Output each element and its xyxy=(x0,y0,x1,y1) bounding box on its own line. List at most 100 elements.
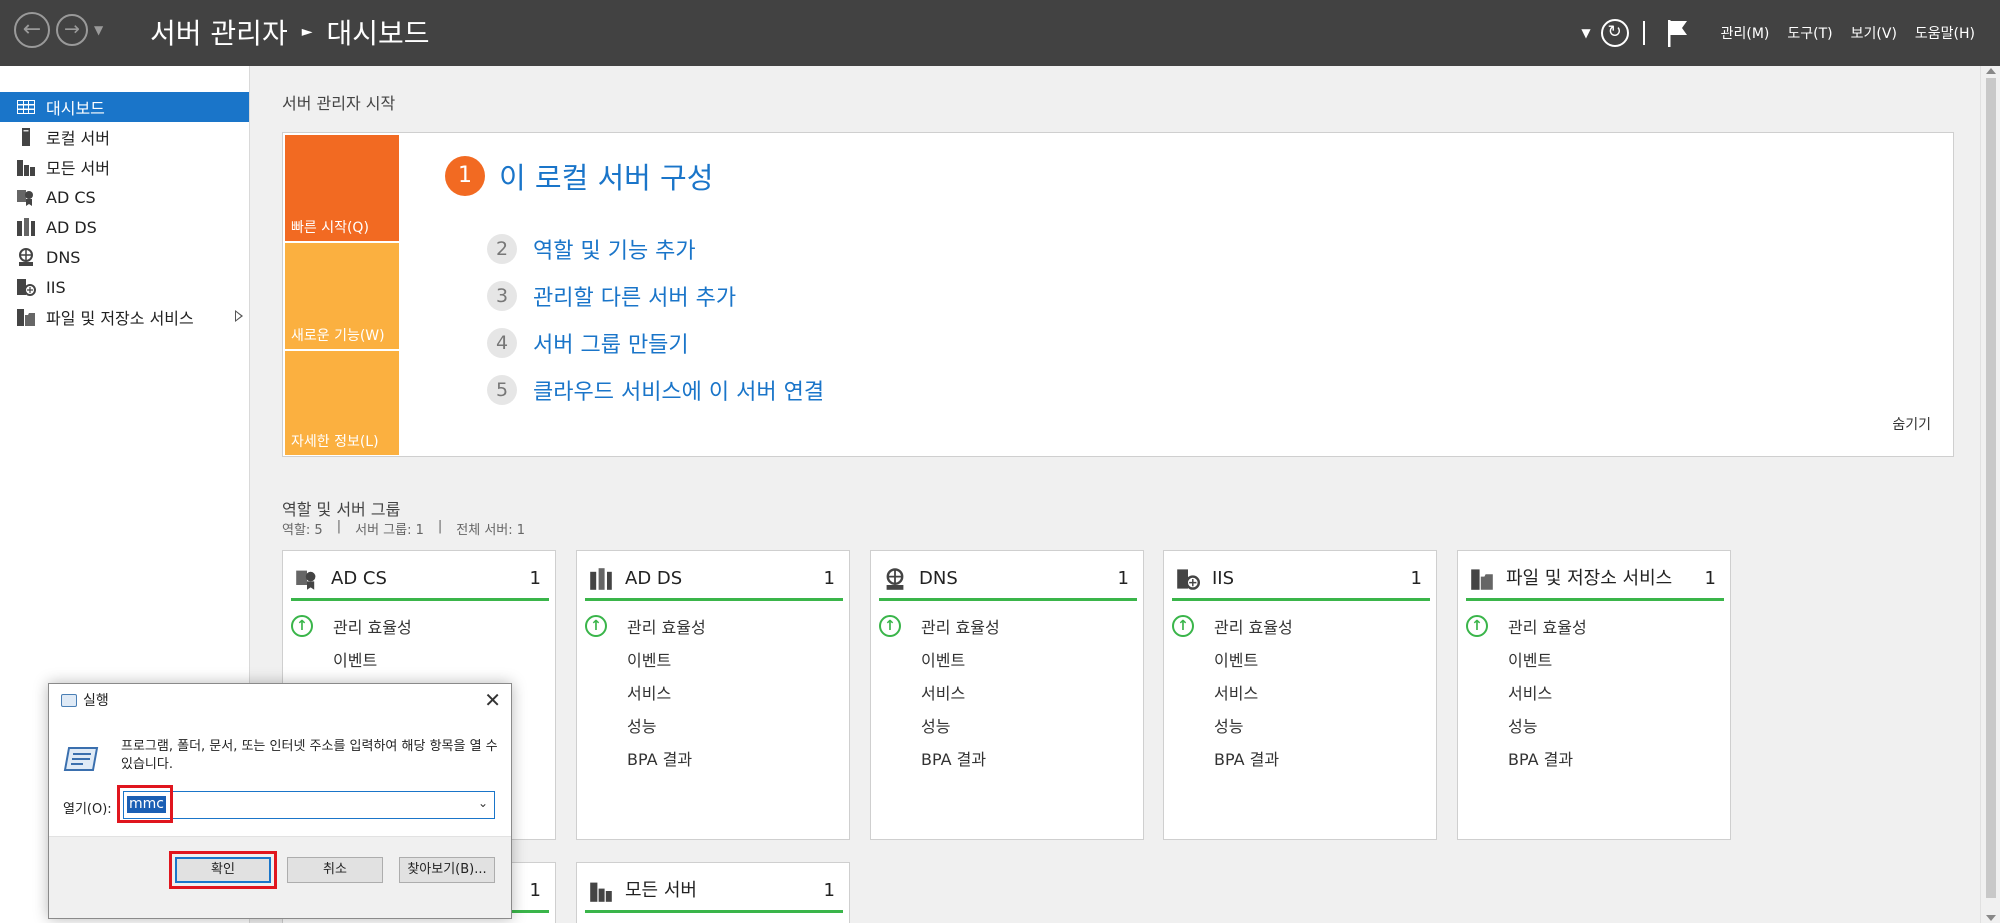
card-row-bpa[interactable]: BPA 결과 xyxy=(879,743,986,773)
adds-icon xyxy=(589,567,613,591)
card-row-bpa[interactable]: BPA 결과 xyxy=(1466,743,1573,773)
sidebar-item-dashboard[interactable]: 대시보드 xyxy=(0,92,249,122)
scroll-down-icon[interactable] xyxy=(1986,915,1996,921)
iis-icon xyxy=(1176,567,1200,591)
card-row-performance[interactable]: 성능 xyxy=(1172,710,1243,740)
cancel-button[interactable]: 취소 xyxy=(287,857,383,883)
card-row-performance[interactable]: 성능 xyxy=(1466,710,1537,740)
card-row-services[interactable]: 서비스 xyxy=(1466,677,1552,707)
step-add-roles[interactable]: 2 역할 및 기능 추가 xyxy=(487,233,696,265)
row-label: 관리 효율성 xyxy=(627,618,706,637)
sidebar-item-label: IIS xyxy=(46,277,66,297)
card-row-services[interactable]: 서비스 xyxy=(879,677,965,707)
card-count: 1 xyxy=(529,568,541,589)
notifications-flag-icon[interactable] xyxy=(1665,18,1691,48)
card-title: DNS xyxy=(919,568,958,589)
check-up-arrow-icon: ↑ xyxy=(1466,615,1488,637)
refresh-icon[interactable]: ↻ xyxy=(1600,19,1629,47)
expand-arrow-icon[interactable] xyxy=(235,310,243,322)
iis-icon xyxy=(16,277,36,297)
card-header[interactable]: 파일 및 저장소 서비스 1 xyxy=(1466,559,1724,601)
card-row-performance[interactable]: 성능 xyxy=(879,710,950,740)
card-row-events[interactable]: 이벤트 xyxy=(879,644,965,674)
card-row-manageability[interactable]: ↑ 관리 효율성 xyxy=(291,611,412,641)
history-dropdown-icon[interactable]: ▼ xyxy=(94,23,103,37)
scrollbar-thumb[interactable] xyxy=(1986,78,1996,898)
step-connect-cloud[interactable]: 5 클라우드 서비스에 이 서버 연결 xyxy=(487,374,824,406)
role-card-adds[interactable]: AD DS 1 ↑ 관리 효율성 이벤트 서비스 성능 BPA 결과 xyxy=(576,550,850,840)
card-row-events[interactable]: 이벤트 xyxy=(1172,644,1258,674)
card-header[interactable]: AD CS 1 xyxy=(291,559,549,601)
menu-view[interactable]: 보기(V) xyxy=(1851,23,1897,43)
sidebar-item-adcs[interactable]: AD CS xyxy=(0,182,249,212)
row-label: BPA 결과 xyxy=(1508,750,1574,769)
sidebar-item-dns[interactable]: DNS xyxy=(0,242,249,272)
card-header[interactable]: AD DS 1 xyxy=(585,559,843,601)
adcs-icon xyxy=(16,187,36,207)
dialog-description: 프로그램, 폴더, 문서, 또는 인터넷 주소를 입력하여 해당 항목을 열 수… xyxy=(121,739,498,772)
step-number-badge: 5 xyxy=(487,375,517,405)
card-row-manageability[interactable]: ↑ 관리 효율성 xyxy=(1466,611,1587,641)
titlebar-actions: ▼ ↻ 관리(M) 도구(T) 보기(V) 도움말(H) xyxy=(1581,0,2000,66)
role-card-file-storage[interactable]: 파일 및 저장소 서비스 1 ↑ 관리 효율성 이벤트 서비스 성능 BPA 결과 xyxy=(1457,550,1731,840)
breadcrumb-app-title[interactable]: 서버 관리자 xyxy=(150,12,288,52)
tab-learn-more[interactable]: 자세한 정보(L) xyxy=(285,351,399,455)
step-link[interactable]: 관리할 다른 서버 추가 xyxy=(533,280,736,312)
card-row-services[interactable]: 서비스 xyxy=(1172,677,1258,707)
row-label: BPA 결과 xyxy=(1214,750,1280,769)
dialog-titlebar[interactable]: 실행 ✕ xyxy=(49,684,511,716)
role-card-dns[interactable]: DNS 1 ↑ 관리 효율성 이벤트 서비스 성능 BPA 결과 xyxy=(870,550,1144,840)
sidebar-item-label: AD CS xyxy=(46,187,96,207)
browse-button[interactable]: 찾아보기(B)... xyxy=(399,857,495,883)
open-combobox[interactable]: mmc ⌄ xyxy=(123,791,495,819)
tab-quick-start[interactable]: 빠른 시작(Q) xyxy=(285,135,399,241)
step-configure-local-server[interactable]: 1 이 로컬 서버 구성 xyxy=(445,155,713,197)
card-row-events[interactable]: 이벤트 xyxy=(585,644,671,674)
card-row-bpa[interactable]: BPA 결과 xyxy=(1172,743,1279,773)
row-label: 성능 xyxy=(627,717,657,736)
dns-icon xyxy=(883,567,907,591)
sidebar-item-iis[interactable]: IIS xyxy=(0,272,249,302)
step-link[interactable]: 서버 그룹 만들기 xyxy=(533,327,689,359)
card-header[interactable]: DNS 1 xyxy=(879,559,1137,601)
card-header[interactable]: 모든 서버 1 xyxy=(585,871,843,913)
server-groups-count: 서버 그룹: 1 xyxy=(355,523,424,538)
step-add-servers[interactable]: 3 관리할 다른 서버 추가 xyxy=(487,280,736,312)
forward-arrow-icon[interactable]: → xyxy=(56,14,88,46)
menu-help[interactable]: 도움말(H) xyxy=(1915,23,1975,43)
step-create-server-group[interactable]: 4 서버 그룹 만들기 xyxy=(487,327,689,359)
card-row-manageability[interactable]: ↑ 관리 효율성 xyxy=(1172,611,1293,641)
tab-whats-new[interactable]: 새로운 기능(W) xyxy=(285,243,399,349)
breadcrumb: 서버 관리자 ► 대시보드 xyxy=(150,12,430,52)
card-header[interactable]: IIS 1 xyxy=(1172,559,1430,601)
group-card-all-servers[interactable]: 모든 서버 1 xyxy=(576,862,850,923)
card-title: AD DS xyxy=(625,568,683,589)
step-link[interactable]: 이 로컬 서버 구성 xyxy=(499,155,713,197)
menu-tools[interactable]: 도구(T) xyxy=(1787,23,1832,43)
scroll-up-icon[interactable] xyxy=(1986,68,1996,74)
sidebar-item-adds[interactable]: AD DS xyxy=(0,212,249,242)
card-row-manageability[interactable]: ↑ 관리 효율성 xyxy=(879,611,1000,641)
row-label: 이벤트 xyxy=(921,651,966,670)
back-arrow-icon[interactable]: ← xyxy=(14,12,50,48)
sidebar-item-all-servers[interactable]: 모든 서버 xyxy=(0,152,249,182)
card-row-services[interactable]: 서비스 xyxy=(585,677,671,707)
step-link[interactable]: 역할 및 기능 추가 xyxy=(533,233,696,265)
close-icon[interactable]: ✕ xyxy=(484,688,501,712)
card-row-events[interactable]: 이벤트 xyxy=(1466,644,1552,674)
sidebar-item-file-storage[interactable]: 파일 및 저장소 서비스 xyxy=(0,302,249,332)
menu-manage[interactable]: 관리(M) xyxy=(1721,23,1770,43)
card-count: 1 xyxy=(1410,568,1422,589)
card-row-manageability[interactable]: ↑ 관리 효율성 xyxy=(585,611,706,641)
hide-link[interactable]: 숨기기 xyxy=(1892,414,1931,434)
sidebar-item-local-server[interactable]: 로컬 서버 xyxy=(0,122,249,152)
card-row-bpa[interactable]: BPA 결과 xyxy=(585,743,692,773)
vertical-scrollbar[interactable] xyxy=(1980,66,2000,923)
notifications-dropdown-icon[interactable]: ▼ xyxy=(1581,26,1590,40)
role-card-iis[interactable]: IIS 1 ↑ 관리 효율성 이벤트 서비스 성능 BPA 결과 xyxy=(1163,550,1437,840)
card-row-events[interactable]: 이벤트 xyxy=(291,644,377,674)
card-row-performance[interactable]: 성능 xyxy=(585,710,656,740)
step-link[interactable]: 클라우드 서비스에 이 서버 연결 xyxy=(533,374,824,406)
chevron-down-icon[interactable]: ⌄ xyxy=(478,796,488,810)
titlebar-divider xyxy=(1642,21,1645,45)
